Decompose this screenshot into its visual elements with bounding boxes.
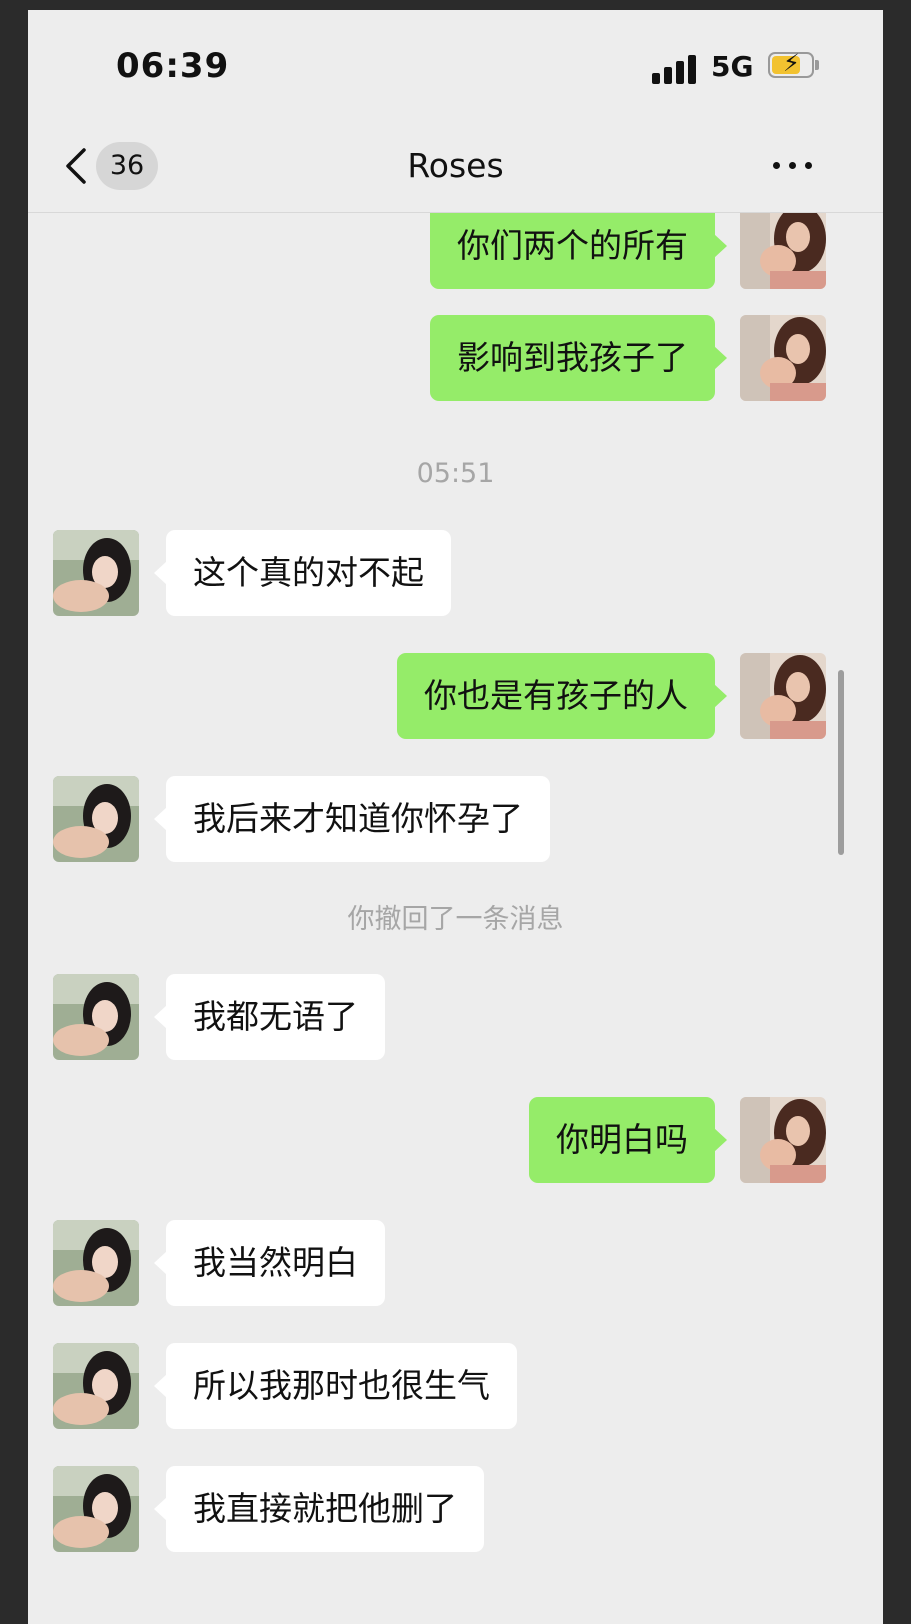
- recalled-message-notice: 你撤回了一条消息: [347, 904, 564, 935]
- contact-avatar[interactable]: [53, 530, 139, 616]
- message-row: 我都无语了: [28, 974, 883, 1062]
- incoming-message-bubble[interactable]: 我后来才知道你怀孕了: [154, 776, 550, 862]
- message-row: 你明白吗: [28, 1097, 883, 1185]
- more-options-icon[interactable]: [771, 156, 815, 176]
- battery-tip: [815, 60, 819, 70]
- incoming-message-bubble[interactable]: 这个真的对不起: [154, 530, 451, 616]
- message-row: 我后来才知道你怀孕了: [28, 776, 883, 864]
- chat-title: Roses: [407, 146, 504, 185]
- message-list[interactable]: 你们两个的所有 影响到我孩子了 05:51 这个真的对不起 你也是有孩子的人 我…: [28, 213, 883, 1624]
- outgoing-message-bubble[interactable]: 你们两个的所有: [430, 213, 727, 289]
- message-row: 影响到我孩子了: [28, 315, 883, 403]
- contact-avatar[interactable]: [53, 1466, 139, 1552]
- scrollbar[interactable]: [838, 670, 844, 855]
- outgoing-message-bubble[interactable]: 你也是有孩子的人: [397, 653, 727, 739]
- message-row: 这个真的对不起: [28, 530, 883, 618]
- incoming-message-bubble[interactable]: 我当然明白: [154, 1220, 385, 1306]
- contact-avatar[interactable]: [53, 1220, 139, 1306]
- network-type: 5G: [711, 50, 754, 83]
- contact-avatar[interactable]: [53, 776, 139, 862]
- battery-charging-icon: ⚡: [768, 51, 814, 78]
- contact-avatar[interactable]: [53, 1343, 139, 1429]
- my-avatar[interactable]: [740, 1097, 826, 1183]
- chat-screen: 06:39 5G ⚡ 36 Roses 你们两个的所有 影响到我孩子了 05:5…: [28, 10, 883, 1624]
- time-separator: 05:51: [416, 458, 495, 489]
- message-row: 你们两个的所有: [28, 213, 883, 291]
- status-bar: 06:39 5G ⚡: [28, 10, 883, 120]
- message-row: 我当然明白: [28, 1220, 883, 1308]
- cellular-signal-icon: [652, 54, 698, 84]
- my-avatar[interactable]: [740, 653, 826, 739]
- outgoing-message-bubble[interactable]: 影响到我孩子了: [430, 315, 727, 401]
- outgoing-message-bubble[interactable]: 你明白吗: [529, 1097, 727, 1183]
- chat-nav-bar: 36 Roses: [28, 120, 883, 213]
- message-row: 所以我那时也很生气: [28, 1343, 883, 1431]
- my-avatar[interactable]: [740, 315, 826, 401]
- incoming-message-bubble[interactable]: 我直接就把他删了: [154, 1466, 484, 1552]
- message-row: 我直接就把他删了: [28, 1466, 883, 1554]
- incoming-message-bubble[interactable]: 所以我那时也很生气: [154, 1343, 517, 1429]
- status-time: 06:39: [116, 46, 230, 86]
- message-row: 你也是有孩子的人: [28, 653, 883, 741]
- my-avatar[interactable]: [740, 213, 826, 289]
- incoming-message-bubble[interactable]: 我都无语了: [154, 974, 385, 1060]
- contact-avatar[interactable]: [53, 974, 139, 1060]
